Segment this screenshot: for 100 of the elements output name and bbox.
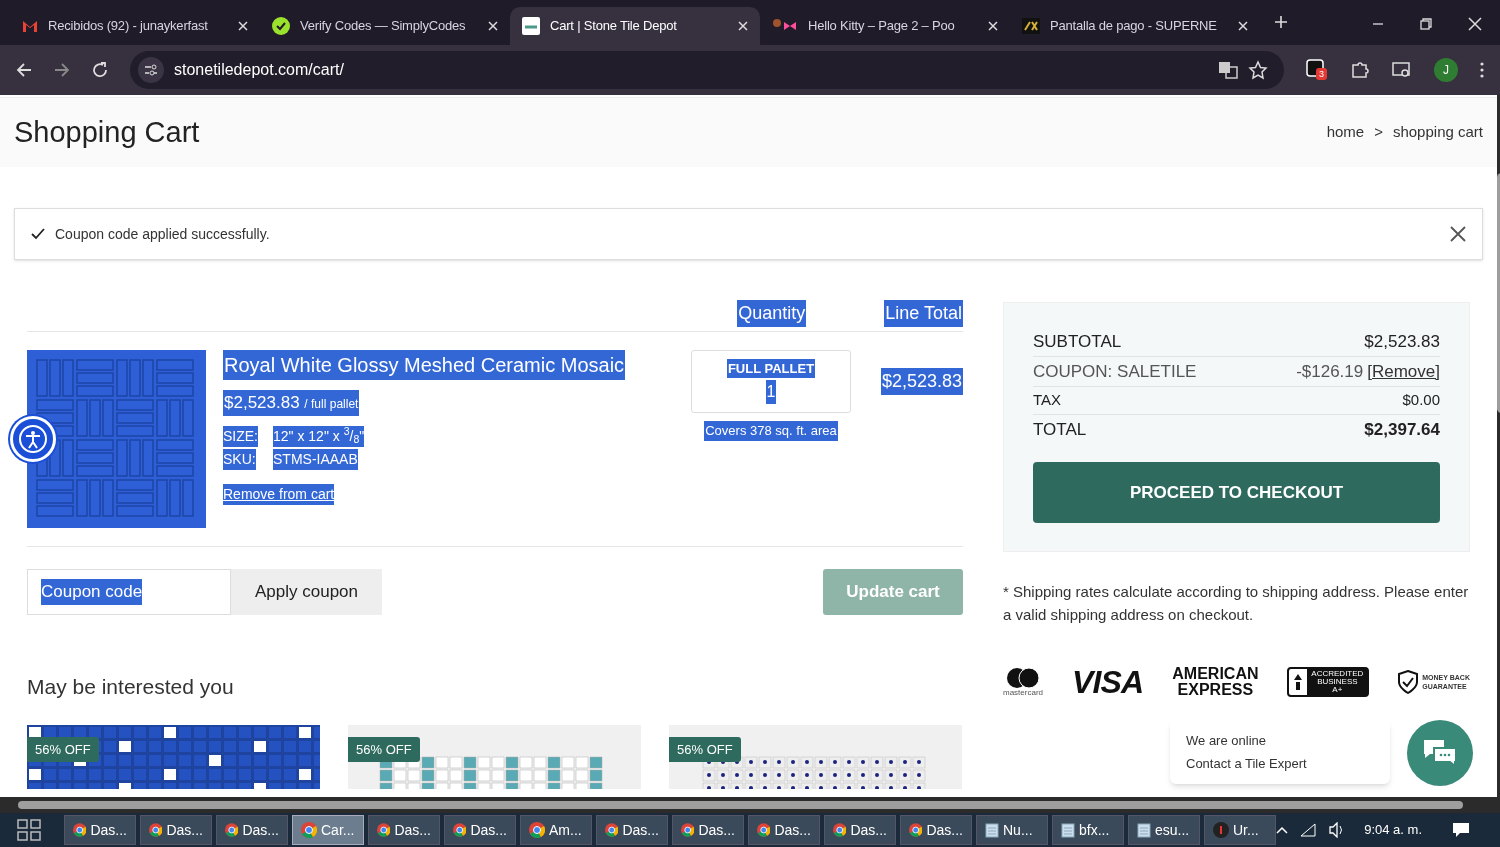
- browser-icon: [909, 822, 923, 838]
- tab-title: Hello Kitty – Page 2 – Poo: [808, 17, 956, 36]
- taskbar-button[interactable]: Ur...: [1204, 815, 1276, 845]
- taskbar-button[interactable]: Nu...: [976, 815, 1048, 845]
- close-icon[interactable]: [1450, 226, 1466, 242]
- taskbar-button[interactable]: Car...: [292, 815, 364, 845]
- taskbar-button[interactable]: Das...: [368, 815, 440, 845]
- discount-badge: 56% OFF: [348, 736, 420, 762]
- column-header: Line Total: [884, 300, 963, 327]
- spec-label: SIZE:: [223, 425, 258, 447]
- browser-tab[interactable]: Recibidos (92) - junaykerfast: [10, 7, 260, 45]
- start-grid-icon[interactable]: [17, 819, 41, 841]
- notepad-icon: [985, 822, 999, 838]
- column-header: Quantity: [737, 300, 807, 327]
- browser-icon: [757, 822, 771, 838]
- taskbar-button[interactable]: Am...: [520, 815, 592, 845]
- coupon-field[interactable]: Coupon code: [27, 569, 231, 615]
- apply-coupon-button[interactable]: Apply coupon: [231, 569, 383, 615]
- horizontal-scrollbar[interactable]: [0, 797, 1497, 813]
- checkout-button[interactable]: PROCEED TO CHECKOUT: [1033, 462, 1440, 523]
- summary-value: $2,397.64: [1364, 419, 1440, 442]
- tab-title: Pantalla de pago - SUPERNE: [1050, 17, 1218, 36]
- notepad-icon: [1061, 822, 1075, 838]
- taskbar-button[interactable]: Das...: [140, 815, 212, 845]
- spec-value: 12" x 12" x $^{3}$/$_{8}$": [273, 425, 365, 447]
- profile-avatar[interactable]: J: [1434, 58, 1458, 82]
- reload-icon[interactable]: [92, 62, 108, 78]
- accessibility-button[interactable]: [10, 416, 56, 462]
- mastercard-logo: mastercard: [1003, 667, 1043, 697]
- back-icon[interactable]: [16, 62, 32, 78]
- shield-check-icon: [1398, 670, 1419, 694]
- puzzle-icon[interactable]: [1350, 60, 1370, 80]
- more-icon[interactable]: [1480, 62, 1484, 78]
- breadcrumb-link[interactable]: shopping cart: [1392, 121, 1483, 144]
- browser-icon: [453, 822, 467, 838]
- browser-icon: [301, 822, 317, 838]
- browser-icon: [73, 822, 87, 838]
- browser-icon: [833, 822, 847, 838]
- checkmark-icon: [31, 228, 45, 240]
- translate-icon[interactable]: [1218, 60, 1238, 80]
- address-bar[interactable]: stonetiledepot.com/cart/: [130, 51, 1284, 89]
- amex-logo: AMERICAN EXPRESS: [1172, 666, 1259, 698]
- taskbar-button[interactable]: Das...: [748, 815, 820, 845]
- tile-photo-placeholder[interactable]: [27, 724, 320, 789]
- taskbar-button[interactable]: Das...: [64, 815, 136, 845]
- page-title: Shopping Cart: [14, 114, 200, 150]
- summary-label: SUBTOTAL: [1033, 330, 1122, 353]
- notepad-icon: [1137, 822, 1151, 838]
- forward-icon[interactable]: [54, 62, 70, 78]
- site-settings-icon: [138, 57, 164, 83]
- tab-title: Recibidos (92) - junaykerfast: [48, 17, 209, 36]
- notification-icon[interactable]: [1452, 822, 1470, 838]
- shipping-note: * Shipping rates calculate according to shipping address. Please enter a valid shipping address on checkout.: [1003, 582, 1470, 625]
- browser-tab[interactable]: Cart | Stone Tile Depot: [510, 7, 760, 45]
- remove-link[interactable]: Remove from cart: [223, 483, 335, 505]
- overlapping-circles-icon: [1007, 667, 1039, 688]
- accreditation-badge: ACCREDITED BUSINESS A+: [1287, 667, 1370, 697]
- summary-value: -$126.19: [1296, 360, 1364, 383]
- browser-tab[interactable]: Hello Kitty – Page 2 – Poo: [760, 7, 1010, 45]
- tile-photo-placeholder[interactable]: [348, 724, 641, 789]
- coverage-text: Covers 378 sq. ft. area: [704, 421, 838, 441]
- browser-tab[interactable]: Pantalla de pago - SUPERNE: [1010, 7, 1260, 45]
- new-tab-icon[interactable]: [1274, 15, 1288, 29]
- quantity-field[interactable]: FULL PALLET 1: [691, 350, 851, 413]
- clock-text[interactable]: 9:04 a. m.: [1364, 820, 1422, 840]
- tile-photo-placeholder[interactable]: [669, 724, 962, 789]
- taskbar-button[interactable]: Das...: [216, 815, 288, 845]
- browser-icon: [377, 822, 391, 838]
- discount-badge: 56% OFF: [27, 736, 99, 762]
- taskbar-button[interactable]: Das...: [672, 815, 744, 845]
- chevron-up-icon[interactable]: [1276, 826, 1289, 834]
- product-price: $2,523.83 / full pallet: [223, 390, 360, 416]
- restore-icon[interactable]: [1420, 18, 1432, 30]
- product-name[interactable]: Royal White Glossy Meshed Ceramic Mosaic: [223, 350, 626, 380]
- screen-search-icon[interactable]: [1392, 61, 1412, 79]
- breadcrumb-separator: >: [1374, 122, 1383, 143]
- accessibility-icon: [19, 425, 47, 453]
- taskbar-button[interactable]: bfx...: [1052, 815, 1124, 845]
- breadcrumb-link[interactable]: home: [1326, 121, 1365, 144]
- app-icon: [1213, 822, 1229, 838]
- check-icon: [272, 17, 290, 35]
- browser-icon: [225, 822, 239, 838]
- summary-value: $0.00: [1402, 390, 1440, 411]
- taskbar-button[interactable]: Das...: [824, 815, 896, 845]
- taskbar-button[interactable]: Das...: [596, 815, 668, 845]
- browser-tab[interactable]: Verify Codes — SimplyCodes: [260, 7, 510, 45]
- browser-icon: [149, 822, 163, 838]
- chat-prompt-text: Contact a Tile Expert: [1186, 755, 1308, 773]
- taskbar-button[interactable]: Das...: [444, 815, 516, 845]
- logo-icon: [1022, 18, 1040, 34]
- line-total: $2,523.83: [880, 368, 963, 395]
- taskbar-button[interactable]: esu...: [1128, 815, 1200, 845]
- browser-icon: [605, 822, 619, 838]
- chat-status-text: We are online: [1186, 731, 1267, 750]
- notification-badge: 3: [1316, 68, 1327, 80]
- star-icon[interactable]: [1248, 60, 1268, 80]
- url-text: stonetiledepot.com/cart/: [174, 60, 345, 80]
- remove-coupon-link[interactable]: [Remove]: [1367, 358, 1440, 385]
- notice-text: Coupon code applied successfully.: [55, 224, 271, 244]
- taskbar-button[interactable]: Das...: [900, 815, 972, 845]
